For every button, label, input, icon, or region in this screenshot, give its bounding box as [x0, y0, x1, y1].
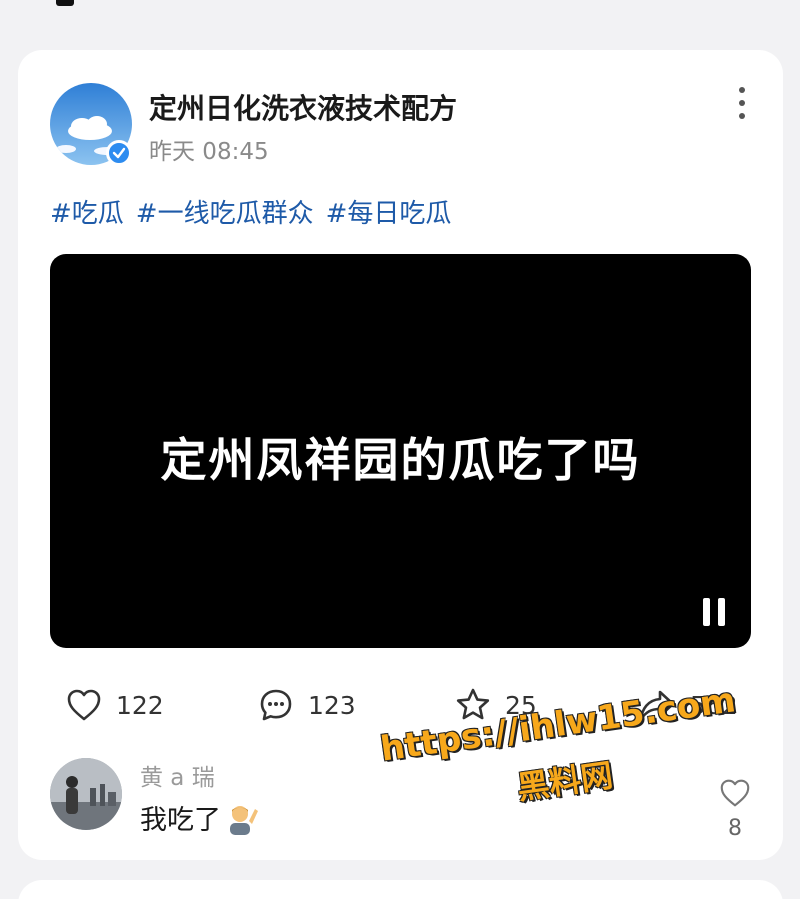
next-post-card: [18, 880, 783, 899]
hashtag-link[interactable]: #吃瓜: [50, 199, 124, 229]
comment-bubble-icon: [260, 689, 292, 721]
heart-icon: [67, 689, 101, 721]
status-indicator: [56, 0, 74, 6]
pause-icon[interactable]: [699, 598, 729, 628]
comment-body: 我吃了: [140, 805, 221, 836]
video-player[interactable]: 定州凤祥园的瓜吃了吗: [50, 254, 751, 648]
author-name[interactable]: 定州日化洗衣液技术配方: [149, 87, 457, 127]
hashtag-link[interactable]: #每日吃瓜: [326, 199, 452, 229]
post-time: 昨天 08:45: [149, 139, 269, 165]
like-button[interactable]: 122: [66, 682, 164, 728]
comment-count: 123: [308, 690, 356, 720]
person-tipping-hand-emoji: [225, 801, 259, 835]
verified-check-icon: [106, 140, 132, 166]
comment-like-count: 8: [728, 816, 742, 841]
more-vertical-icon[interactable]: [730, 87, 754, 119]
hashtag-link[interactable]: #一线吃瓜群众: [136, 199, 314, 229]
comment-button[interactable]: 123: [258, 682, 356, 728]
hashtag-list: #吃瓜 #一线吃瓜群众 #每日吃瓜: [50, 193, 463, 230]
comment-text: 我吃了: [140, 798, 259, 837]
like-count: 122: [116, 690, 164, 720]
video-caption: 定州凤祥园的瓜吃了吗: [160, 433, 641, 487]
watermark-name: 黑料网: [514, 755, 616, 807]
commenter-name[interactable]: 黄 a 瑞: [140, 758, 215, 792]
commenter-avatar[interactable]: [50, 758, 122, 830]
